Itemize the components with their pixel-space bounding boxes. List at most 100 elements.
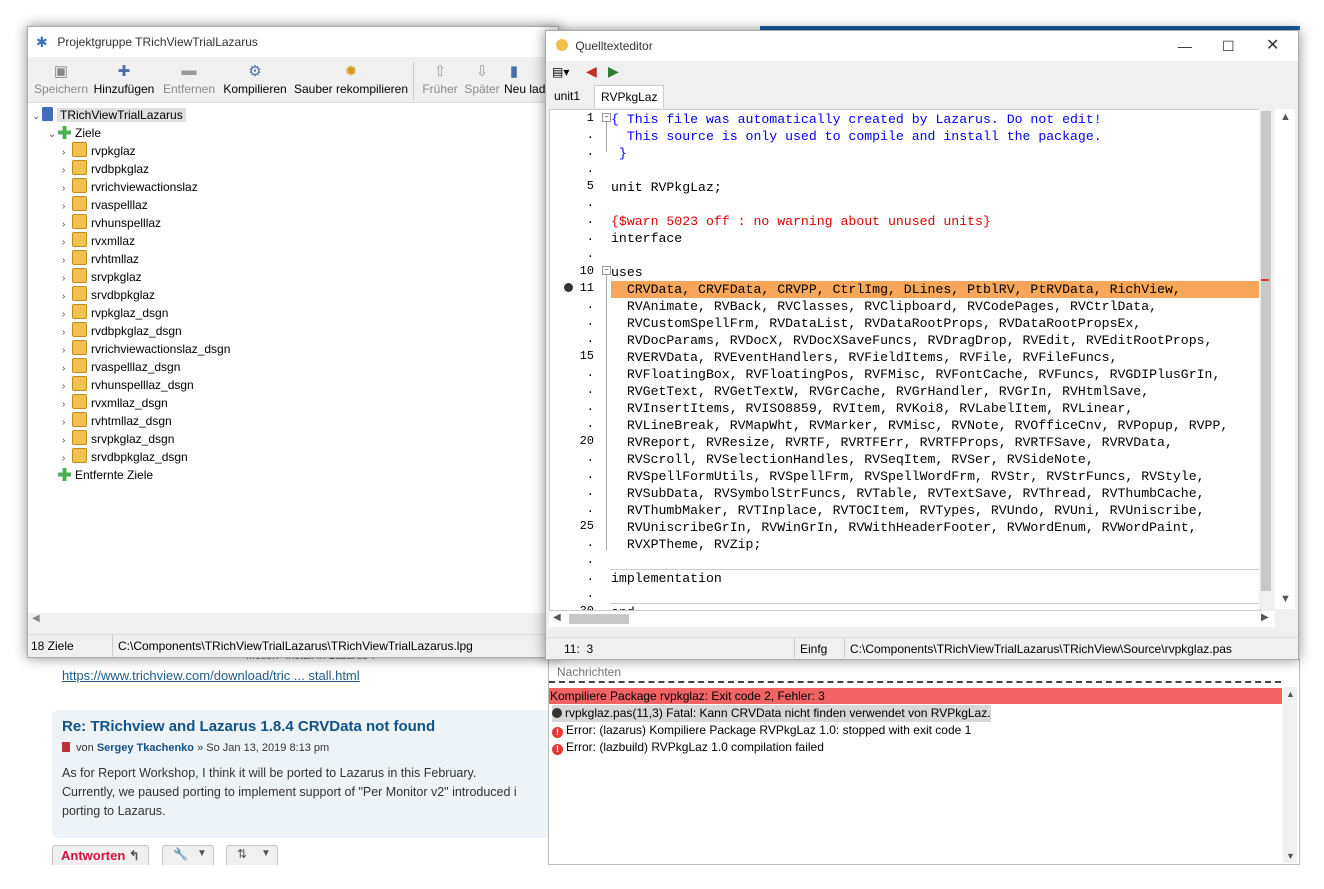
tree-package-item[interactable]: › rvdbpkglaz_dsgn xyxy=(62,322,182,340)
tree-package-item[interactable]: › rvxmllaz xyxy=(62,232,135,250)
post-icon xyxy=(62,742,70,752)
reply-button[interactable]: Antworten ↰ xyxy=(52,845,149,865)
tree-package-label: rvxmllaz xyxy=(91,234,135,248)
tree-package-label: srvpkglaz xyxy=(91,270,142,284)
close-icon[interactable]: ✕ xyxy=(1266,31,1279,61)
project-statusbar: 18 Ziele C:\Components\TRichViewTrialLaz… xyxy=(28,634,558,657)
tree-package-item[interactable]: › rvrichviewactionslaz_dsgn xyxy=(62,340,230,358)
code-line: RVSpellFormUtils, RVSpellFrm, RVSpellWor… xyxy=(611,469,1205,484)
tree-package-item[interactable]: › rvdbpkglaz xyxy=(62,160,149,178)
line-number: . xyxy=(586,196,594,210)
scroll-up-icon[interactable]: ▲ xyxy=(1286,689,1295,699)
editor-horizontal-scrollbar[interactable]: ◀ ▶ xyxy=(549,611,1275,627)
tree-targets[interactable]: ⌄ Ziele xyxy=(48,124,101,142)
error-marker[interactable] xyxy=(1261,279,1269,281)
tree-package-item[interactable]: › rvhtmllaz xyxy=(62,250,139,268)
messages-window: Nachrichten Kompiliere Package rvpkglaz:… xyxy=(548,658,1300,865)
line-number: . xyxy=(586,230,594,244)
tree-root[interactable]: ⌄ TRichViewTrialLazarus xyxy=(32,106,186,124)
scroll-up-icon[interactable]: ▲ xyxy=(1280,111,1291,123)
chevron-down-icon[interactable]: ⌄ xyxy=(48,126,58,144)
minimize-icon[interactable]: — xyxy=(1178,31,1192,61)
error-bullet-icon[interactable] xyxy=(564,283,573,292)
post-title[interactable]: Re: TRichview and Lazarus 1.8.4 CRVData … xyxy=(62,718,435,735)
tree-package-item[interactable]: › rvpkglaz xyxy=(62,142,136,160)
puzzle-icon xyxy=(58,126,71,139)
code-line: RVCustomSpellFrm, RVDataList, RVDataRoot… xyxy=(611,316,1142,331)
code-editor[interactable]: 1... 5.... 10 11... 15.... 20.... 25.... 30 − −… xyxy=(549,109,1261,611)
tab-unit1[interactable]: unit1 xyxy=(548,85,587,107)
code-line: interface xyxy=(611,231,683,246)
compile-button[interactable]: ⚙ Kompilieren xyxy=(221,58,289,96)
forum-background: ...ction "Install in Lazarus": https://w… xyxy=(26,650,556,865)
tree-package-item[interactable]: › rvhunspelllaz xyxy=(62,214,161,232)
tree-package-item[interactable]: › rvxmllaz_dsgn xyxy=(62,394,168,412)
code-overview-bar[interactable] xyxy=(1259,109,1275,609)
tree-package-item[interactable]: › rvaspelllaz xyxy=(62,196,148,214)
editor-titlebar[interactable]: Quelltexteditor — ☐ ✕ xyxy=(546,31,1298,61)
tab-rvpkglaz[interactable]: RVPkgLaz xyxy=(594,85,665,108)
editor-statusbar: 11: 3 Einfg C:\Components\TRichViewTrial… xyxy=(546,637,1298,660)
tree-package-label: rvdbpkglaz xyxy=(91,162,150,176)
jump-forward-icon[interactable]: ▶ xyxy=(608,63,619,80)
tree-package-label: rvaspelllaz xyxy=(91,198,148,212)
horizontal-thumb[interactable] xyxy=(569,614,629,624)
code-line: RVSubData, RVSymbolStrFuncs, RVTable, RV… xyxy=(611,486,1205,501)
scroll-left-icon[interactable]: ◀ xyxy=(553,612,561,623)
status-divider xyxy=(112,635,113,657)
overview-thumb[interactable] xyxy=(1261,111,1271,591)
sort-dropdown-button[interactable]: ⇅ ▼ xyxy=(226,845,278,865)
status-divider xyxy=(794,638,795,660)
fold-toggle-icon[interactable]: − xyxy=(602,266,611,275)
project-titlebar[interactable]: ✱ Projektgruppe TRichViewTrialLazarus xyxy=(28,27,558,57)
tools-dropdown-button[interactable]: 🔧 ▼ xyxy=(162,845,214,865)
code-line: RVLineBreak, RVMapWht, RVMarker, RVMisc,… xyxy=(611,418,1229,433)
messages-divider xyxy=(549,681,1281,683)
line-gutter: 1... 5.... 10 11... 15.... 20.... 25.... 30 xyxy=(550,110,598,610)
tree-package-item[interactable]: › srvdbpkglaz_dsgn xyxy=(62,448,188,466)
scroll-down-icon[interactable]: ▼ xyxy=(1286,851,1295,861)
package-icon xyxy=(72,376,87,391)
editor-vertical-scrollbar[interactable]: ▲ ▼ xyxy=(1275,109,1295,609)
maximize-icon[interactable]: ☐ xyxy=(1222,31,1235,61)
jump-back-icon[interactable]: ◀ xyxy=(586,63,597,80)
add-button[interactable]: ✚ Hinzufügen xyxy=(91,58,157,96)
messages-scrollbar[interactable]: ▲ ▼ xyxy=(1283,687,1297,863)
tree-package-label: rvxmllaz_dsgn xyxy=(91,396,168,410)
forum-download-link[interactable]: https://www.trichview.com/download/tric … xyxy=(62,668,360,683)
tree-horizontal-scrollbar[interactable]: ◀ xyxy=(28,613,546,629)
tree-package-item[interactable]: › srvpkglaz xyxy=(62,268,142,286)
scroll-left-icon[interactable]: ◀ xyxy=(32,613,40,624)
tree-removed-targets[interactable]: Entfernte Ziele xyxy=(58,466,153,484)
line-number: . xyxy=(586,570,594,584)
line-number: 5 xyxy=(586,179,594,193)
message-error[interactable]: ! Error: (lazarus) Kompiliere Package RVP… xyxy=(552,722,971,739)
project-tree: ⌄ TRichViewTrialLazarus ⌄ Ziele › rvpkglaz ›… xyxy=(28,103,546,613)
tree-package-item[interactable]: › srvpkglaz_dsgn xyxy=(62,430,174,448)
move-down-button[interactable]: ⇩ Später xyxy=(462,58,502,96)
code-line: RVInsertItems, RVISO8859, RVItem, RVKoi8… xyxy=(611,401,1134,416)
tree-package-item[interactable]: › rvrichviewactionslaz xyxy=(62,178,198,196)
remove-button[interactable]: ▬ Entfernen xyxy=(161,58,217,96)
editor-menu-icon[interactable]: ▤▾ xyxy=(552,65,569,79)
forum-post: Re: TRichview and Lazarus 1.8.4 CRVData … xyxy=(52,710,556,838)
tree-package-item[interactable]: › rvhtmllaz_dsgn xyxy=(62,412,172,430)
tree-package-item[interactable]: › rvaspelllaz_dsgn xyxy=(62,358,180,376)
post-author[interactable]: Sergey Tkachenko xyxy=(97,742,194,754)
wrench-icon: 🔧 xyxy=(173,847,188,861)
scroll-down-icon[interactable]: ▼ xyxy=(1280,593,1291,605)
chevron-down-icon[interactable]: ⌄ xyxy=(32,108,42,126)
tree-package-item[interactable]: › rvpkglaz_dsgn xyxy=(62,304,168,322)
line-number: 15 xyxy=(579,349,594,363)
message-error[interactable]: ! Error: (lazbuild) RVPkgLaz 1.0 compilat… xyxy=(552,739,824,756)
messages-header[interactable]: Kompiliere Package rvpkglaz: Exit code 2… xyxy=(549,688,1282,704)
save-button[interactable]: ▣ Speichern xyxy=(33,58,89,96)
move-up-button[interactable]: ⇧ Früher xyxy=(418,58,462,96)
message-fatal[interactable]: rvpkglaz.pas(11,3) Fatal: Kann CRVData n… xyxy=(552,705,991,722)
tree-package-item[interactable]: › rvhunspelllaz_dsgn xyxy=(62,376,194,394)
fold-toggle-icon[interactable]: − xyxy=(602,113,611,122)
tree-package-item[interactable]: › srvdbpkglaz xyxy=(62,286,155,304)
scroll-right-icon[interactable]: ▶ xyxy=(1261,612,1269,623)
post-text-line: porting to Lazarus. xyxy=(62,804,166,818)
clean-recompile-button[interactable]: ✹ Sauber rekompilieren xyxy=(292,58,410,96)
